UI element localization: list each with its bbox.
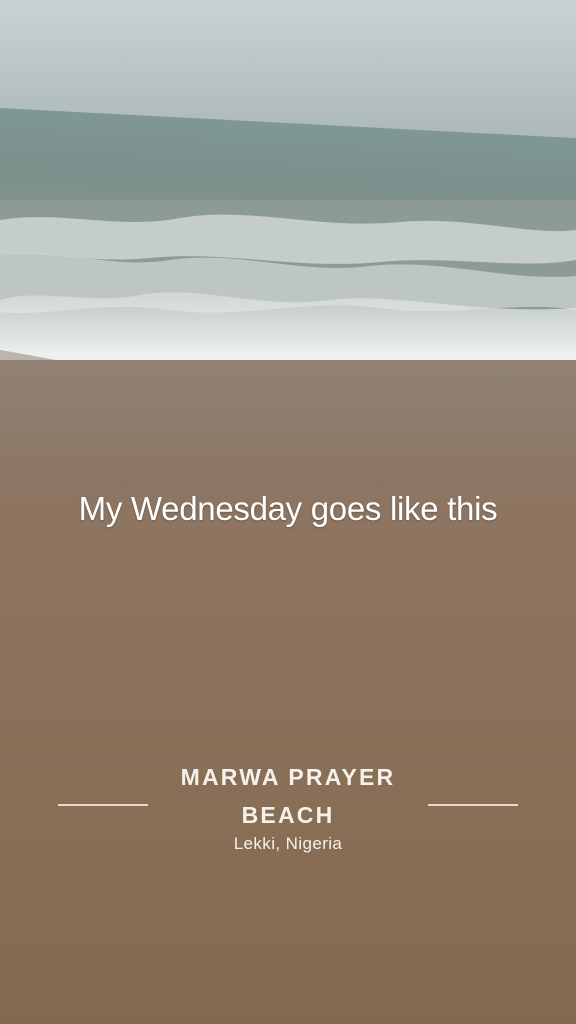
wet-sand-sheen [0,360,576,480]
divider-left [58,804,148,806]
location-title-line2: BEACH [241,802,335,828]
divider-right [428,804,518,806]
location-title: MARWA PRAYER BEACH [150,758,426,834]
story-caption: My Wednesday goes like this [78,490,498,527]
location-title-line1: MARWA PRAYER [180,764,396,790]
location-sticker[interactable]: MARWA PRAYER BEACH Lekki, Nigeria [0,758,576,868]
location-subtitle: Lekki, Nigeria [233,834,343,853]
